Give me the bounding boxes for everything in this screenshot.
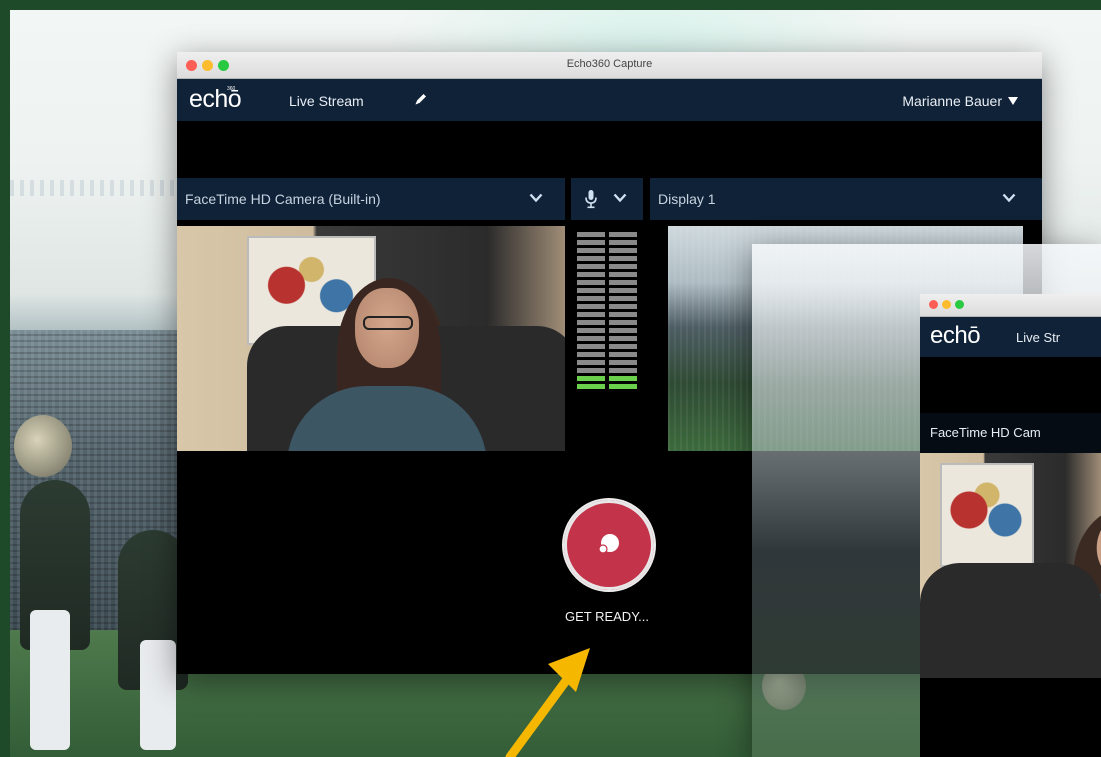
audio-meter-segment <box>577 312 605 317</box>
record-button[interactable] <box>562 498 656 592</box>
audio-meter-segment <box>609 272 637 277</box>
chevron-down-icon <box>1002 193 1016 203</box>
duplicate-camera-select[interactable]: FaceTime HD Cam <box>920 413 1101 453</box>
user-menu[interactable]: Marianne Bauer <box>902 93 1002 109</box>
audio-meter-segment <box>609 352 637 357</box>
audio-meter-segment <box>609 240 637 245</box>
audio-meter-segment <box>577 344 605 349</box>
audio-source-select[interactable] <box>571 178 643 220</box>
audio-meter-segment <box>609 304 637 309</box>
audio-meter-segment <box>609 248 637 253</box>
source-selectors: FaceTime HD Camera (Built-in) Display 1 <box>177 178 1042 220</box>
audio-meter-right <box>609 232 637 392</box>
audio-meter-segment <box>577 288 605 293</box>
audio-meter-segment <box>577 320 605 325</box>
duplicate-zoom-button[interactable] <box>955 300 964 309</box>
audio-meter-segment <box>609 368 637 373</box>
audio-meter-segment <box>609 256 637 261</box>
audio-level-meter <box>571 226 643 451</box>
audio-meter-segment <box>609 360 637 365</box>
audio-meter-segment <box>609 312 637 317</box>
audio-meter-segment <box>577 336 605 341</box>
camera-source-select[interactable]: FaceTime HD Camera (Built-in) <box>177 178 565 220</box>
audio-meter-segment <box>609 280 637 285</box>
stadium-truss <box>10 180 190 196</box>
audio-meter-segment <box>609 288 637 293</box>
audio-meter-segment <box>609 328 637 333</box>
audio-meter-segment <box>577 376 605 381</box>
duplicate-window-frame: echō Live Str FaceTime HD Cam <box>920 294 1101 757</box>
audio-meter-segment <box>577 304 605 309</box>
display-source-select[interactable]: Display 1 <box>650 178 1042 220</box>
audio-meter-segment <box>577 264 605 269</box>
audio-meter-segment <box>609 296 637 301</box>
annotation-arrow-icon <box>505 648 590 757</box>
audio-meter-segment <box>577 384 605 389</box>
duplicate-couch <box>920 563 1101 678</box>
echo-logo-superscript: 360 <box>227 86 236 92</box>
audio-meter-segment <box>577 272 605 277</box>
audio-meter-segment <box>609 232 637 237</box>
pencil-icon[interactable] <box>413 91 429 107</box>
audio-meter-segment <box>577 352 605 357</box>
duplicate-minimize-button[interactable] <box>942 300 951 309</box>
header-spacer <box>177 121 1042 178</box>
record-icon <box>598 534 619 554</box>
duplicate-spacer <box>920 357 1101 413</box>
player-helmet <box>14 415 72 477</box>
duplicate-echo-logo: echō <box>930 322 981 349</box>
audio-meter-segment <box>577 328 605 333</box>
app-header: echō 360 Live Stream Marianne Bauer <box>177 79 1042 121</box>
duplicate-close-button[interactable] <box>929 300 938 309</box>
window-titlebar: Echo360 Capture <box>177 52 1042 79</box>
presenter-glasses <box>363 316 413 330</box>
live-stream-label: Live Stream <box>289 93 364 109</box>
audio-meter-segment <box>577 240 605 245</box>
caret-down-icon[interactable] <box>1008 97 1018 105</box>
audio-meter-segment <box>577 280 605 285</box>
audio-meter-segment <box>577 360 605 365</box>
capture-window-duplicate: echō Live Str FaceTime HD Cam <box>752 244 1101 757</box>
duplicate-window-titlebar <box>920 294 1101 317</box>
chevron-down-icon <box>613 193 627 203</box>
camera-preview <box>177 226 565 451</box>
audio-meter-segment <box>609 344 637 349</box>
camera-source-label: FaceTime HD Camera (Built-in) <box>185 191 381 207</box>
audio-meter-segment <box>577 296 605 301</box>
duplicate-camera-preview <box>920 453 1101 678</box>
audio-meter-segment <box>609 264 637 269</box>
audio-meter-segment <box>609 320 637 325</box>
duplicate-camera-label: FaceTime HD Cam <box>930 425 1041 440</box>
display-source-label: Display 1 <box>658 191 716 207</box>
player-legs-2 <box>140 640 176 750</box>
audio-meter-segment <box>609 384 637 389</box>
duplicate-app-header: echō Live Str <box>920 317 1101 357</box>
audio-meter-segment <box>577 248 605 253</box>
audio-meter-segment <box>577 232 605 237</box>
duplicate-live-stream-label: Live Str <box>1016 330 1061 345</box>
microphone-icon <box>585 190 597 209</box>
window-title: Echo360 Capture <box>566 58 653 70</box>
capture-status: GET READY... <box>564 609 650 624</box>
audio-meter-segment <box>609 376 637 381</box>
audio-meter-segment <box>609 336 637 341</box>
audio-meter-left <box>577 232 605 392</box>
audio-meter-segment <box>577 256 605 261</box>
duplicate-wall-painting <box>940 463 1034 567</box>
audio-meter-segment <box>577 368 605 373</box>
chevron-down-icon <box>529 193 543 203</box>
player-legs <box>30 610 70 750</box>
